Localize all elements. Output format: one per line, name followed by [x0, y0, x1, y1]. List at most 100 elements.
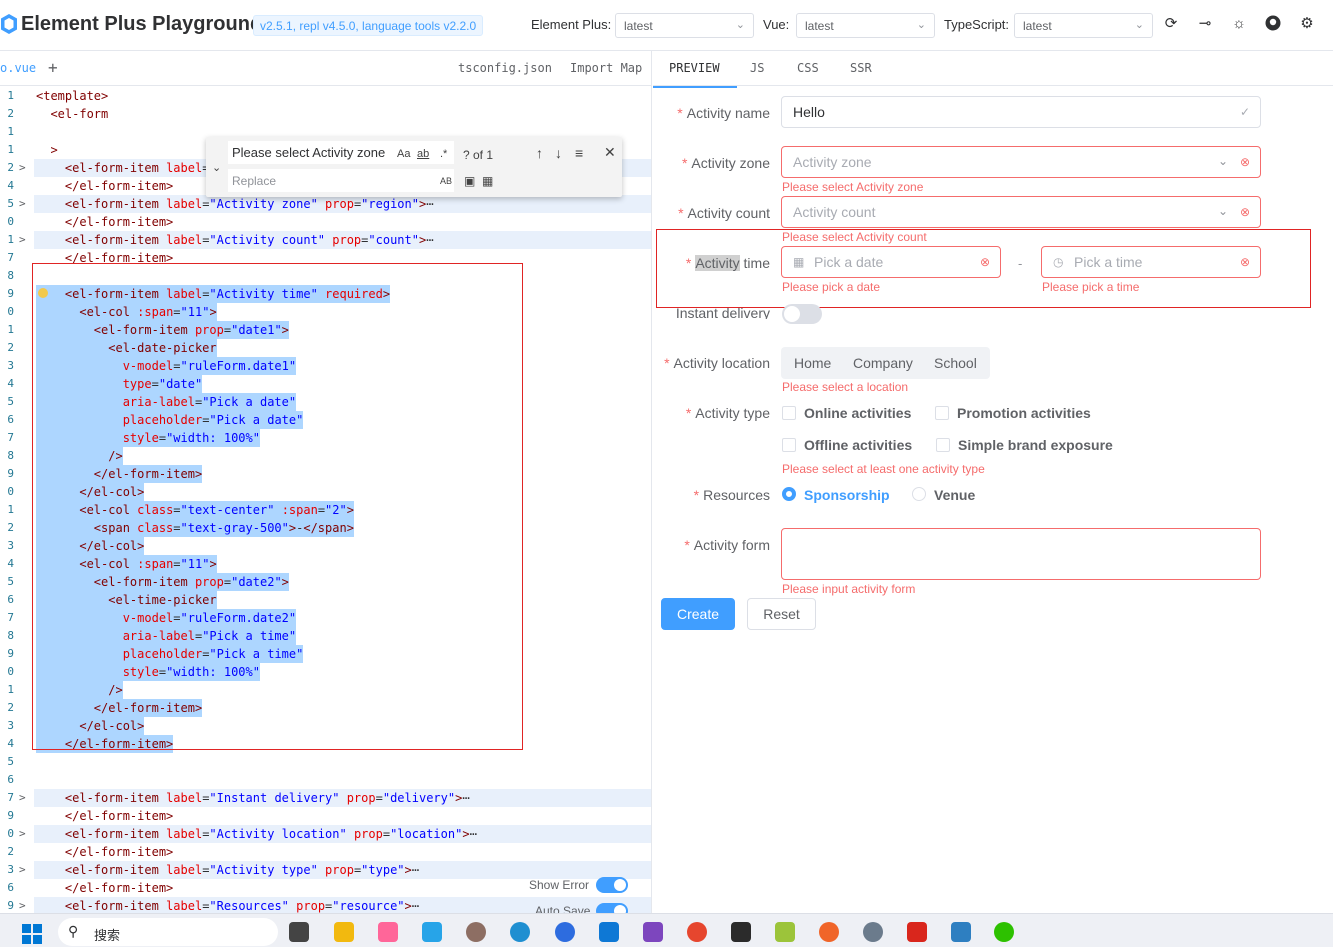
checkbox-offline[interactable] — [782, 438, 796, 452]
radio-sponsorship-label[interactable]: Sponsorship — [804, 487, 890, 503]
terminal-icon[interactable] — [731, 922, 751, 942]
whole-word-icon[interactable]: ab — [417, 148, 429, 160]
preview-tabs: PREVIEW JS CSS SSR — [653, 51, 1333, 86]
replace-all-icon[interactable]: ▦ — [482, 174, 493, 188]
show-error-toggle[interactable] — [596, 877, 628, 893]
line-number: 1 — [7, 89, 14, 102]
translate-icon[interactable] — [422, 922, 442, 942]
vscode-icon[interactable] — [599, 922, 619, 942]
reset-button[interactable]: Reset — [747, 598, 816, 630]
app-photo-icon[interactable] — [951, 922, 971, 942]
windows-start-icon[interactable] — [22, 924, 42, 944]
fold-chevron-icon[interactable]: > — [19, 195, 26, 213]
github-icon[interactable] — [1264, 15, 1282, 33]
tab-import-map[interactable]: Import Map — [570, 61, 642, 75]
sun-icon[interactable]: ☼ — [1230, 15, 1248, 33]
tab-app-vue[interactable]: o.vue — [0, 61, 36, 75]
share-icon[interactable]: ⊸ — [1196, 15, 1214, 33]
code-line[interactable]: 0 </el-form-item> — [0, 213, 651, 231]
settings-app-icon[interactable] — [863, 922, 883, 942]
checkbox-offline-label[interactable]: Offline activities — [804, 437, 912, 453]
app-green-icon[interactable] — [775, 922, 795, 942]
auto-save-toggle[interactable] — [596, 903, 628, 913]
radio-venue-label[interactable]: Venue — [934, 487, 975, 503]
code-line[interactable]: 0 > <el-form-item label="Activity locatio… — [0, 825, 651, 843]
typescript-version-select[interactable]: latest ⌄ — [1014, 13, 1153, 38]
location-option-home[interactable]: Home — [794, 355, 831, 371]
chevron-down-icon: ⌄ — [1217, 204, 1228, 218]
code-line[interactable]: 1 > <el-form-item label="Activity count" … — [0, 231, 651, 249]
code-line[interactable]: 5 > <el-form-item label="Activity zone" p… — [0, 195, 651, 213]
edge-icon[interactable] — [510, 922, 530, 942]
task-view-icon[interactable] — [289, 922, 309, 942]
toggle-replace-icon[interactable]: ⌄ — [212, 161, 221, 174]
taskbar-search[interactable]: ⚲ 搜索 — [58, 918, 278, 946]
file-explorer-icon[interactable] — [334, 922, 354, 942]
code-line[interactable]: 7 > <el-form-item label="Instant delivery… — [0, 789, 651, 807]
checkbox-brand-label[interactable]: Simple brand exposure — [958, 437, 1113, 453]
visual-studio-icon[interactable] — [643, 922, 663, 942]
tab-tsconfig[interactable]: tsconfig.json — [458, 61, 552, 75]
fold-chevron-icon[interactable]: > — [19, 861, 26, 879]
code-line[interactable]: 9 </el-form-item> — [0, 807, 651, 825]
vue-version-select[interactable]: latest ⌄ — [796, 13, 935, 38]
show-error-label: Show Error — [529, 878, 590, 892]
bilibili-icon[interactable] — [378, 922, 398, 942]
wps-icon[interactable] — [907, 922, 927, 942]
arrow-down-icon[interactable]: ↓ — [555, 145, 562, 161]
tab-preview[interactable]: PREVIEW — [669, 61, 720, 75]
activity-name-input[interactable]: Hello ✓ — [781, 96, 1261, 128]
code-line[interactable]: 6 — [0, 771, 651, 789]
regex-icon[interactable]: .* — [440, 148, 447, 160]
checkbox-online-label[interactable]: Online activities — [804, 405, 911, 421]
preserve-case-icon[interactable]: AB — [440, 176, 452, 186]
code-line[interactable]: 5 — [0, 753, 651, 771]
create-button[interactable]: Create — [661, 598, 735, 630]
activity-form-textarea[interactable] — [781, 528, 1261, 580]
element-plus-version-select[interactable]: latest ⌄ — [615, 13, 754, 38]
chevron-down-icon: ⌄ — [916, 19, 926, 31]
error-circle-icon: ⊗ — [1239, 155, 1250, 169]
match-case-icon[interactable]: Aa — [397, 148, 410, 160]
arrow-up-icon[interactable]: ↑ — [536, 145, 543, 161]
checkbox-promotion[interactable] — [935, 406, 949, 420]
activity-zone-select[interactable]: Activity zone ⌄ ⊗ — [781, 146, 1261, 178]
code-line[interactable]: 1 <template> — [0, 87, 651, 105]
radio-venue[interactable] — [912, 487, 926, 501]
refresh-icon[interactable]: ⟳ — [1162, 15, 1180, 33]
fold-chevron-icon[interactable]: > — [19, 897, 26, 913]
chrome-icon[interactable] — [687, 922, 707, 942]
app-avatar-icon[interactable] — [466, 922, 486, 942]
instant-delivery-switch[interactable] — [782, 304, 822, 324]
add-file-button[interactable]: + — [48, 58, 58, 77]
checkbox-online[interactable] — [782, 406, 796, 420]
wechat-icon[interactable] — [994, 922, 1014, 942]
replace-input[interactable]: Replace — [228, 169, 454, 192]
tab-js[interactable]: JS — [750, 61, 764, 75]
fold-chevron-icon[interactable]: > — [19, 159, 26, 177]
code-line[interactable]: 2 <el-form — [0, 105, 651, 123]
find-in-selection-icon[interactable]: ≡ — [575, 145, 583, 161]
line-number: 4 — [7, 557, 14, 570]
fold-chevron-icon[interactable]: > — [19, 825, 26, 843]
location-option-school[interactable]: School — [934, 355, 977, 371]
tab-css[interactable]: CSS — [797, 61, 819, 75]
fold-chevron-icon[interactable]: > — [19, 789, 26, 807]
highlight-box — [32, 263, 523, 750]
fold-chevron-icon[interactable]: > — [19, 231, 26, 249]
replace-icon[interactable]: ▣ — [464, 174, 475, 188]
chevron-down-icon: ⌄ — [1134, 19, 1144, 31]
app-blue-icon[interactable] — [555, 922, 575, 942]
checkbox-brand[interactable] — [936, 438, 950, 452]
tab-ssr[interactable]: SSR — [850, 61, 872, 75]
activity-count-select[interactable]: Activity count ⌄ ⊗ — [781, 196, 1261, 228]
settings-icon[interactable]: ⚙ — [1298, 15, 1316, 33]
app-orange-icon[interactable] — [819, 922, 839, 942]
location-option-company[interactable]: Company — [853, 355, 913, 371]
line-number: 3 — [7, 539, 14, 552]
code-line[interactable]: 2 </el-form-item> — [0, 843, 651, 861]
close-icon[interactable]: ✕ — [604, 144, 616, 161]
checkbox-promotion-label[interactable]: Promotion activities — [957, 405, 1091, 421]
radio-sponsorship[interactable] — [782, 487, 796, 501]
code-line[interactable]: 3 > <el-form-item label="Activity type" p… — [0, 861, 651, 879]
